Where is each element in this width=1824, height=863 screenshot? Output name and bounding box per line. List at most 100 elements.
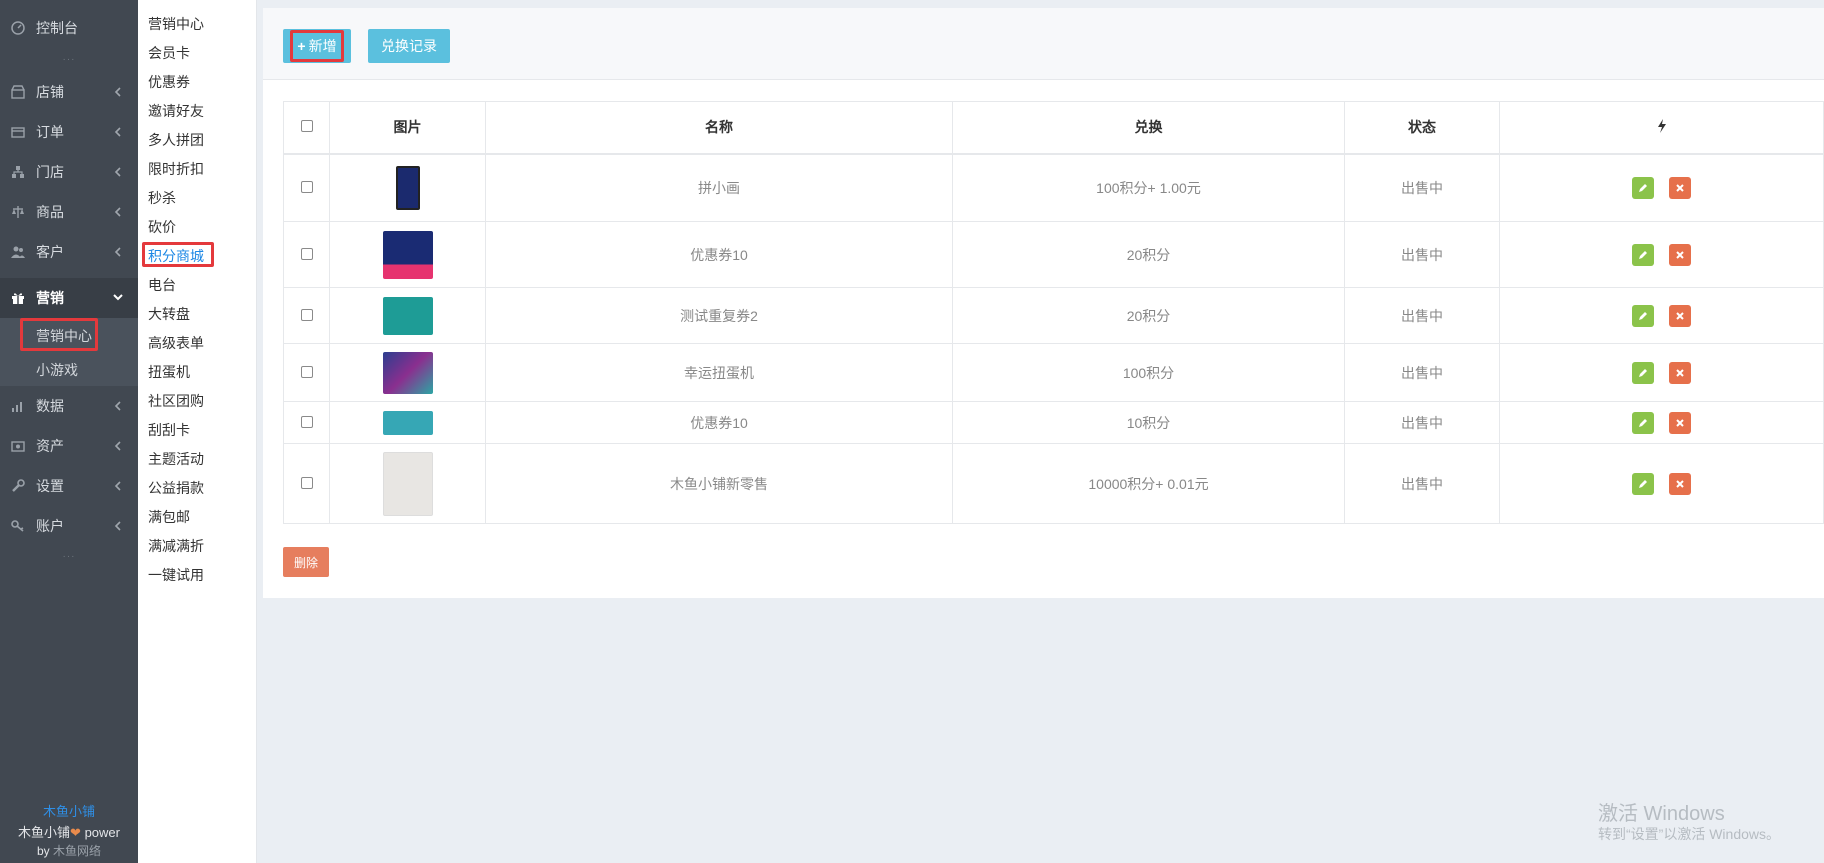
name-cell: 拼小画 — [485, 153, 953, 222]
edit-button[interactable] — [1631, 243, 1654, 266]
sidebar-item-customer[interactable]: 客户 — [0, 233, 138, 271]
row-select-cell — [283, 221, 330, 288]
delete-button[interactable] — [1669, 472, 1692, 495]
subnav-item-mini-games[interactable]: 小游戏 — [36, 360, 78, 380]
table-row: 拼小画 100积分+ 1.00元 出售中 — [283, 153, 1824, 222]
actions-cell — [1499, 343, 1824, 402]
submenu-item[interactable]: 优惠券 — [148, 72, 190, 92]
delete-button[interactable] — [1669, 361, 1692, 384]
edit-button[interactable] — [1631, 304, 1654, 327]
exchange-log-button[interactable]: 兑换记录 — [368, 29, 450, 63]
asset-icon — [10, 438, 26, 454]
product-thumbnail — [382, 451, 433, 516]
image-cell — [329, 287, 486, 344]
close-icon — [1676, 418, 1685, 427]
submenu-item[interactable]: 电台 — [148, 275, 176, 295]
submenu-item[interactable]: 砍价 — [148, 217, 176, 237]
submenu-item[interactable]: 满减满折 — [148, 536, 204, 556]
edit-button[interactable] — [1631, 361, 1654, 384]
data-icon — [10, 398, 26, 414]
row-checkbox[interactable] — [300, 365, 313, 378]
edit-button[interactable] — [1631, 472, 1654, 495]
pencil-icon — [1638, 250, 1647, 259]
actions-cell — [1499, 287, 1824, 344]
close-icon — [1676, 184, 1685, 192]
row-checkbox[interactable] — [300, 180, 313, 193]
row-checkbox[interactable] — [300, 415, 313, 428]
sidebar-item-data[interactable]: 数据 — [0, 387, 138, 425]
sidebar-item-dashboard[interactable]: 控制台 — [0, 9, 138, 47]
submenu-item[interactable]: 扭蛋机 — [148, 362, 190, 382]
windows-watermark-title: 激活 Windows — [1598, 803, 1725, 825]
chevron-left-icon — [112, 205, 124, 217]
sidebar-item-marketing[interactable]: 营销 — [0, 278, 138, 318]
status-cell: 出售中 — [1344, 401, 1500, 444]
row-checkbox[interactable] — [300, 308, 313, 321]
submenu-item[interactable]: 多人拼团 — [148, 130, 204, 150]
submenu-item[interactable]: 邀请好友 — [148, 101, 204, 121]
name-cell: 测试重复券2 — [485, 287, 953, 344]
delete-button[interactable] — [1669, 176, 1692, 199]
company-link[interactable]: 木鱼网络 — [53, 844, 101, 858]
submenu-item[interactable]: 刮刮卡 — [148, 420, 190, 440]
toolbar: + 新增 兑换记录 — [263, 8, 1824, 80]
delete-button[interactable] — [1669, 411, 1692, 434]
row-checkbox[interactable] — [300, 476, 313, 489]
edit-button[interactable] — [1631, 411, 1654, 434]
separator-dots: ··· — [62, 54, 76, 65]
submenu-item-points-mall[interactable]: 积分商城 — [148, 246, 204, 266]
product-table: 图片 名称 兑换 状态 拼小画 100积分+ 1.00元 出售中 优惠券10 2… — [283, 101, 1824, 524]
submenu-item[interactable]: 营销中心 — [148, 14, 204, 34]
power-line: 木鱼小铺❤ power — [0, 822, 138, 841]
sidebar-item-product[interactable]: 商品 — [0, 193, 138, 231]
close-icon — [1676, 250, 1685, 259]
row-select-cell — [283, 343, 330, 402]
gift-icon — [10, 290, 26, 306]
product-thumbnail — [382, 230, 433, 279]
submenu-item[interactable]: 高级表单 — [148, 333, 204, 353]
pencil-icon — [1638, 311, 1647, 320]
pencil-icon — [1638, 418, 1647, 427]
delete-button[interactable] — [1669, 243, 1692, 266]
row-checkbox[interactable] — [300, 247, 313, 260]
brand-name[interactable]: 木鱼小铺 — [0, 801, 138, 820]
add-button[interactable]: + 新增 — [283, 29, 351, 63]
table-row: 幸运扭蛋机 100积分 出售中 — [283, 343, 1824, 402]
sidebar-item-settings[interactable]: 设置 — [0, 467, 138, 505]
submenu-item[interactable]: 秒杀 — [148, 188, 176, 208]
submenu-item[interactable]: 限时折扣 — [148, 159, 204, 179]
submenu-item[interactable]: 公益捐款 — [148, 478, 204, 498]
submenu-item[interactable]: 会员卡 — [148, 43, 190, 63]
image-cell — [329, 221, 486, 288]
dashboard-icon — [10, 20, 26, 36]
bulk-delete-button[interactable]: 删除 — [283, 547, 329, 577]
store-icon — [10, 164, 26, 180]
sidebar-item-label: 营销 — [36, 290, 64, 306]
sidebar-item-label: 设置 — [36, 478, 64, 494]
row-select-cell — [283, 153, 330, 222]
subnav-item-marketing-center[interactable]: 营销中心 — [36, 326, 92, 346]
delete-button[interactable] — [1669, 304, 1692, 327]
product-thumbnail — [395, 165, 420, 210]
sidebar-item-account[interactable]: 账户 — [0, 507, 138, 545]
sidebar-item-store[interactable]: 门店 — [0, 153, 138, 191]
sidebar-item-label: 数据 — [36, 398, 64, 414]
submenu-item[interactable]: 社区团购 — [148, 391, 204, 411]
chevron-left-icon — [112, 125, 124, 137]
name-cell: 木鱼小铺新零售 — [485, 443, 953, 524]
pencil-icon — [1638, 479, 1647, 488]
submenu-item[interactable]: 一键试用 — [148, 565, 204, 585]
submenu-item[interactable]: 满包邮 — [148, 507, 190, 527]
sidebar-item-shop[interactable]: 店铺 — [0, 73, 138, 111]
sidebar-item-order[interactable]: 订单 — [0, 113, 138, 151]
exchange-cell: 100积分 — [952, 343, 1345, 402]
sidebar-item-label: 客户 — [36, 244, 64, 260]
sidebar-item-asset[interactable]: 资产 — [0, 427, 138, 465]
edit-button[interactable] — [1631, 176, 1654, 199]
submenu-item[interactable]: 主题活动 — [148, 449, 204, 469]
main-panel: + 新增 兑换记录 图片 名称 兑换 状态 拼小画 100积分+ 1.00元 出… — [263, 8, 1824, 598]
submenu-item[interactable]: 大转盘 — [148, 304, 190, 324]
header-name: 名称 — [485, 101, 953, 155]
select-all-checkbox[interactable] — [300, 120, 313, 133]
name-cell: 优惠券10 — [485, 401, 953, 444]
